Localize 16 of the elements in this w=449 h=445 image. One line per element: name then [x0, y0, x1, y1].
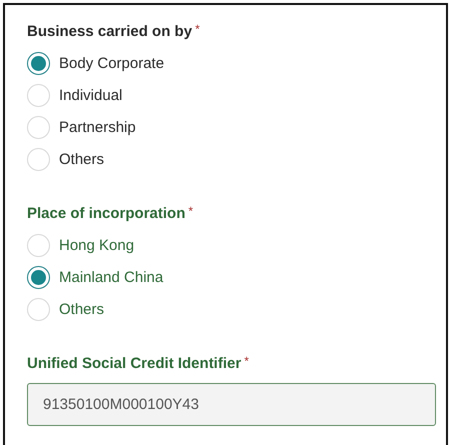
radio-button[interactable] [27, 266, 50, 288]
field-label: Unified Social Credit Identifier [27, 355, 242, 372]
required-asterisk: * [188, 205, 194, 217]
option-label: Body Corporate [59, 54, 164, 72]
required-asterisk: * [195, 23, 200, 35]
option-label: Others [59, 300, 104, 318]
option-label: Mainland China [59, 268, 164, 286]
input-field[interactable]: 91350100M000100Y43 [27, 383, 436, 426]
option-label: Individual [59, 86, 122, 104]
option-label: Hong Kong [59, 236, 134, 254]
field-label: Business carried on by [27, 23, 192, 40]
required-asterisk: * [244, 355, 249, 367]
field-label: Place of incorporation [27, 205, 186, 222]
option-label: Partnership [59, 118, 136, 136]
radio-button[interactable] [27, 52, 50, 74]
option-label: Others [59, 150, 104, 168]
